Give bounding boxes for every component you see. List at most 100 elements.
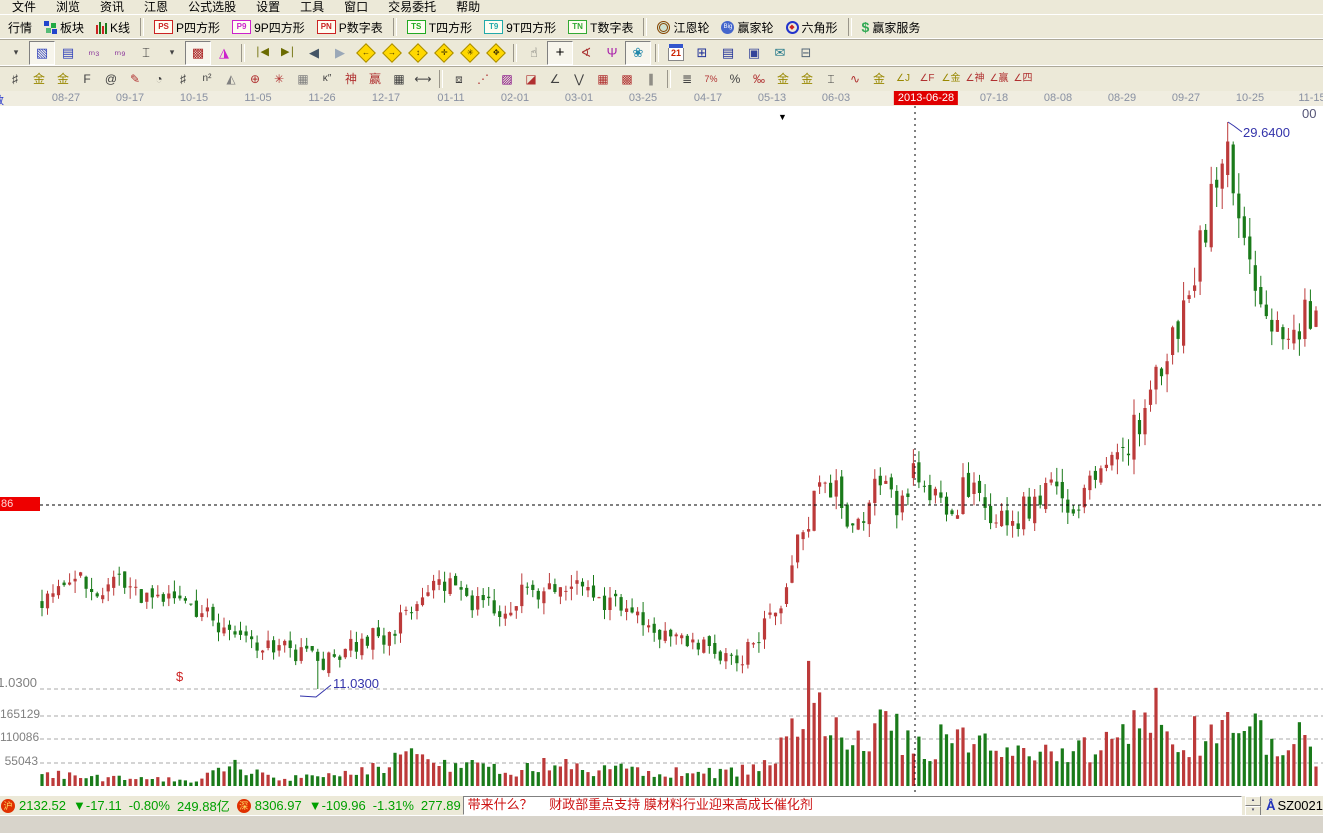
style-dropdown[interactable]: ▾ (159, 41, 185, 65)
angle-mirror-tool[interactable]: ◭ (219, 68, 243, 90)
starburst-tool[interactable]: ✳ (267, 68, 291, 90)
shen-grid-tool[interactable]: 神 (339, 68, 363, 90)
last-page-button[interactable]: ▶∣ (275, 41, 301, 65)
angle-four-tool[interactable]: ∠四 (1011, 68, 1035, 90)
spiral-tool[interactable]: @ (99, 68, 123, 90)
zoom-vertical-button[interactable]: ↕ (405, 41, 431, 65)
winner-wheel-button[interactable]: Big赢家轮 (715, 17, 779, 38)
percent-tool[interactable]: % (723, 68, 747, 90)
angle-tool-button[interactable]: ∢ (573, 41, 599, 65)
page-back-button[interactable]: ◀ (301, 41, 327, 65)
brain-tool-button[interactable]: ❀ (625, 41, 651, 65)
menu-item-1[interactable]: 浏览 (46, 1, 90, 14)
calendar-button[interactable]: 21 (663, 41, 689, 65)
candlestick-chart[interactable] (0, 106, 1323, 796)
spin-up-icon[interactable]: ▴ (1245, 796, 1261, 806)
width-arrows-tool[interactable]: ⟷ (411, 68, 435, 90)
zoom-expand-button[interactable]: ✛ (431, 41, 457, 65)
gold-char-tool[interactable]: 金 (867, 68, 891, 90)
color-chart-button[interactable]: ◮ (211, 41, 237, 65)
circle-cross-tool[interactable]: ⊕ (243, 68, 267, 90)
menu-item-4[interactable]: 公式选股 (178, 1, 246, 14)
zoom-compress-button[interactable]: ✳ (457, 41, 483, 65)
info-card-button[interactable]: ▤ (55, 41, 81, 65)
angle-shen-tool[interactable]: ∠神 (963, 68, 987, 90)
zoom-left-button[interactable]: ← (353, 41, 379, 65)
p-number-table-button[interactable]: PNP数字表 (311, 17, 389, 38)
gold-grid-tool-1[interactable]: 金 (27, 68, 51, 90)
gold-grid-tool-2[interactable]: 金 (51, 68, 75, 90)
notes-button[interactable]: ▤ (715, 41, 741, 65)
menu-item-3[interactable]: 江恩 (134, 1, 178, 14)
p-square-button[interactable]: PSP四方形 (148, 17, 226, 38)
hexagon-button[interactable]: ◆六角形 (780, 17, 844, 38)
brush-tool[interactable]: ✎ (123, 68, 147, 90)
menu-item-5[interactable]: 设置 (246, 1, 290, 14)
purple-fan-tool[interactable]: ▨ (495, 68, 519, 90)
menu-item-6[interactable]: 工具 (290, 1, 334, 14)
hand-tool-button[interactable]: ☝ (521, 41, 547, 65)
candle-ruler-tool[interactable]: ⌶ (819, 68, 843, 90)
gann-grid-tool[interactable]: ♯ (3, 68, 27, 90)
red-grid-tool-1[interactable]: ▦ (591, 68, 615, 90)
menu-item-8[interactable]: 交易委托 (378, 1, 446, 14)
zoom-right-button[interactable]: → (379, 41, 405, 65)
wave-gold-tool[interactable]: ∿ (843, 68, 867, 90)
spin-down-icon[interactable]: ▾ (1245, 806, 1261, 816)
win-grid-tool[interactable]: 赢 (363, 68, 387, 90)
winner-service-button[interactable]: $赢家服务 (856, 17, 927, 38)
pattern-view-button[interactable]: ▧ (29, 41, 55, 65)
steps-tool[interactable]: ≣ (675, 68, 699, 90)
page-forward-button[interactable]: ▶ (327, 41, 353, 65)
symbol-spinner[interactable]: ▴ ▾ (1245, 796, 1261, 816)
red-grid-tool-2[interactable]: ▩ (615, 68, 639, 90)
t9-square-button[interactable]: T99T四方形 (478, 17, 562, 38)
view-dropdown[interactable]: ▾ (3, 41, 29, 65)
gold-lines-tool[interactable]: 金 (795, 68, 819, 90)
mail-button[interactable]: ✉ (767, 41, 793, 65)
menu-item-9[interactable]: 帮助 (446, 1, 490, 14)
crosshair-tool-button[interactable]: + (547, 41, 573, 65)
percent-line-tool[interactable]: 7% (699, 68, 723, 90)
print-button[interactable]: ⊟ (793, 41, 819, 65)
gann-wheel-button[interactable]: 江恩轮 (651, 17, 715, 38)
t-number-table-button[interactable]: TNT数字表 (562, 17, 639, 38)
angle-gold-tool[interactable]: ∠金 (939, 68, 963, 90)
f-grid-tool[interactable]: F (75, 68, 99, 90)
save-button[interactable]: ▣ (741, 41, 767, 65)
hash-grid-tool[interactable]: ♯ (171, 68, 195, 90)
time-target-tool[interactable]: ◔ (147, 68, 171, 90)
v-lines-tool[interactable]: ⋁ (567, 68, 591, 90)
first-page-button[interactable]: ∣◀ (249, 41, 275, 65)
pan-chart-button[interactable]: ✥ (483, 41, 509, 65)
ruler-grid-tool[interactable]: ▦ (387, 68, 411, 90)
shade-fan-tool[interactable]: ◪ (519, 68, 543, 90)
gann-shape-tool-button[interactable]: Ψ (599, 41, 625, 65)
calculator-button[interactable]: ⊞ (689, 41, 715, 65)
candle-style-button[interactable]: ⌶ (133, 41, 159, 65)
menu-item-2[interactable]: 资讯 (90, 1, 134, 14)
red-pattern-button[interactable]: ▩ (185, 41, 211, 65)
p9-square-button[interactable]: P99P四方形 (226, 17, 311, 38)
menu-item-0[interactable]: 文件 (2, 1, 46, 14)
k-quote-tool[interactable]: ĸ″ (315, 68, 339, 90)
bars-9-button[interactable]: ₘ₉ (107, 41, 133, 65)
three-fan-tool[interactable]: ∠ (543, 68, 567, 90)
sectors-button[interactable]: 板块 (38, 17, 90, 38)
angle-win-tool[interactable]: ∠赢 (987, 68, 1011, 90)
angle-j-tool[interactable]: ∠J (891, 68, 915, 90)
gold-circle-tool[interactable]: 金 (771, 68, 795, 90)
box-frame-tool[interactable]: ⧈ (447, 68, 471, 90)
news-ticker[interactable]: 带来什么？ 财政部重点支持 膜材料行业迎来高成长催化剂 (463, 796, 1242, 815)
red-fan-tool[interactable]: ⋰ (471, 68, 495, 90)
quotes-button[interactable]: 行情 (2, 17, 38, 38)
chart-area[interactable]: 29.6400 11.0300 $ ▼ 00 11.0300 86 165129… (0, 106, 1323, 796)
bars-3-button[interactable]: ₘ₃ (81, 41, 107, 65)
box-grid-tool[interactable]: ▦ (291, 68, 315, 90)
permille-tool[interactable]: ‰ (747, 68, 771, 90)
angle-f-tool[interactable]: ∠F (915, 68, 939, 90)
t-square-button[interactable]: TST四方形 (401, 17, 478, 38)
parallel-lines-tool[interactable]: ∥ (639, 68, 663, 90)
menu-item-7[interactable]: 窗口 (334, 1, 378, 14)
kline-button[interactable]: K线 (90, 17, 136, 38)
